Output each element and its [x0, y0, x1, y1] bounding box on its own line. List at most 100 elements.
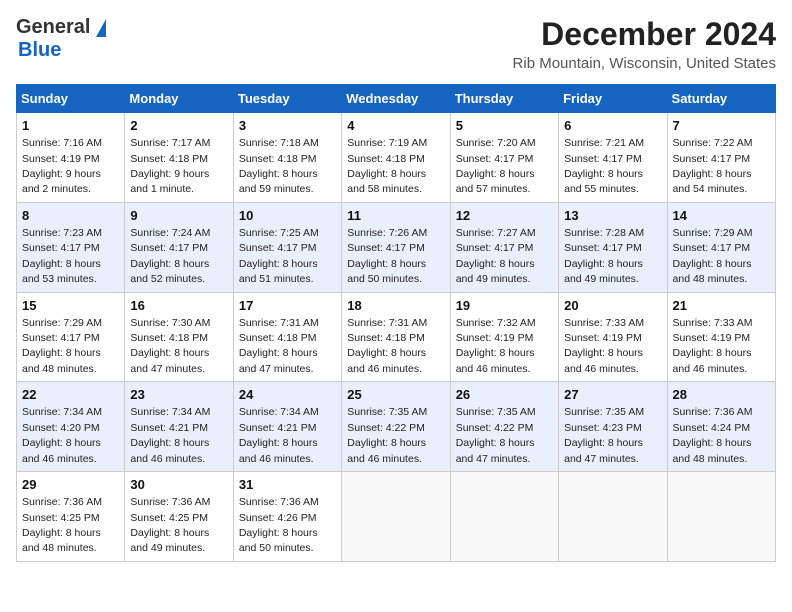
calendar-cell: 24 Sunrise: 7:34 AMSunset: 4:21 PMDaylig… [233, 382, 341, 472]
day-number: 29 [22, 476, 119, 494]
calendar-cell: 10 Sunrise: 7:25 AMSunset: 4:17 PMDaylig… [233, 202, 341, 292]
day-number: 24 [239, 386, 336, 404]
day-info: Sunrise: 7:22 AMSunset: 4:17 PMDaylight:… [673, 137, 753, 195]
calendar-cell: 15 Sunrise: 7:29 AMSunset: 4:17 PMDaylig… [17, 292, 125, 382]
calendar-cell: 21 Sunrise: 7:33 AMSunset: 4:19 PMDaylig… [667, 292, 775, 382]
logo: General Blue [16, 16, 106, 62]
calendar-cell [667, 472, 775, 562]
day-info: Sunrise: 7:28 AMSunset: 4:17 PMDaylight:… [564, 227, 644, 285]
day-info: Sunrise: 7:33 AMSunset: 4:19 PMDaylight:… [564, 317, 644, 375]
day-number: 20 [564, 297, 661, 315]
day-info: Sunrise: 7:35 AMSunset: 4:22 PMDaylight:… [456, 406, 536, 464]
month-title: December 2024 [513, 16, 776, 53]
calendar-cell: 18 Sunrise: 7:31 AMSunset: 4:18 PMDaylig… [342, 292, 450, 382]
day-number: 25 [347, 386, 444, 404]
day-info: Sunrise: 7:36 AMSunset: 4:25 PMDaylight:… [22, 496, 102, 554]
calendar-cell [450, 472, 558, 562]
day-number: 21 [673, 297, 770, 315]
col-tuesday: Tuesday [233, 85, 341, 113]
day-number: 10 [239, 207, 336, 225]
day-number: 1 [22, 117, 119, 135]
calendar-cell: 11 Sunrise: 7:26 AMSunset: 4:17 PMDaylig… [342, 202, 450, 292]
col-wednesday: Wednesday [342, 85, 450, 113]
day-number: 13 [564, 207, 661, 225]
day-info: Sunrise: 7:26 AMSunset: 4:17 PMDaylight:… [347, 227, 427, 285]
calendar-cell: 20 Sunrise: 7:33 AMSunset: 4:19 PMDaylig… [559, 292, 667, 382]
calendar-cell: 16 Sunrise: 7:30 AMSunset: 4:18 PMDaylig… [125, 292, 233, 382]
day-info: Sunrise: 7:21 AMSunset: 4:17 PMDaylight:… [564, 137, 644, 195]
logo-blue: Blue [18, 39, 61, 62]
day-info: Sunrise: 7:18 AMSunset: 4:18 PMDaylight:… [239, 137, 319, 195]
day-info: Sunrise: 7:25 AMSunset: 4:17 PMDaylight:… [239, 227, 319, 285]
day-info: Sunrise: 7:31 AMSunset: 4:18 PMDaylight:… [347, 317, 427, 375]
calendar-cell: 31 Sunrise: 7:36 AMSunset: 4:26 PMDaylig… [233, 472, 341, 562]
day-number: 16 [130, 297, 227, 315]
day-number: 7 [673, 117, 770, 135]
logo-general: General [16, 16, 90, 39]
day-info: Sunrise: 7:16 AMSunset: 4:19 PMDaylight:… [22, 137, 102, 195]
calendar-header-row: Sunday Monday Tuesday Wednesday Thursday… [17, 85, 776, 113]
day-number: 31 [239, 476, 336, 494]
day-info: Sunrise: 7:35 AMSunset: 4:22 PMDaylight:… [347, 406, 427, 464]
day-number: 3 [239, 117, 336, 135]
day-number: 23 [130, 386, 227, 404]
day-info: Sunrise: 7:34 AMSunset: 4:20 PMDaylight:… [22, 406, 102, 464]
day-number: 19 [456, 297, 553, 315]
title-area: December 2024 Rib Mountain, Wisconsin, U… [513, 16, 776, 72]
calendar-week-row: 22 Sunrise: 7:34 AMSunset: 4:20 PMDaylig… [17, 382, 776, 472]
day-info: Sunrise: 7:36 AMSunset: 4:25 PMDaylight:… [130, 496, 210, 554]
calendar-cell: 1 Sunrise: 7:16 AMSunset: 4:19 PMDayligh… [17, 113, 125, 203]
day-number: 11 [347, 207, 444, 225]
col-friday: Friday [559, 85, 667, 113]
day-number: 5 [456, 117, 553, 135]
location-title: Rib Mountain, Wisconsin, United States [513, 55, 776, 72]
col-thursday: Thursday [450, 85, 558, 113]
day-info: Sunrise: 7:20 AMSunset: 4:17 PMDaylight:… [456, 137, 536, 195]
day-info: Sunrise: 7:31 AMSunset: 4:18 PMDaylight:… [239, 317, 319, 375]
calendar-cell [342, 472, 450, 562]
col-saturday: Saturday [667, 85, 775, 113]
calendar-cell: 6 Sunrise: 7:21 AMSunset: 4:17 PMDayligh… [559, 113, 667, 203]
day-info: Sunrise: 7:17 AMSunset: 4:18 PMDaylight:… [130, 137, 210, 195]
calendar-week-row: 8 Sunrise: 7:23 AMSunset: 4:17 PMDayligh… [17, 202, 776, 292]
day-number: 9 [130, 207, 227, 225]
day-number: 8 [22, 207, 119, 225]
calendar-cell: 13 Sunrise: 7:28 AMSunset: 4:17 PMDaylig… [559, 202, 667, 292]
day-info: Sunrise: 7:19 AMSunset: 4:18 PMDaylight:… [347, 137, 427, 195]
calendar-cell: 28 Sunrise: 7:36 AMSunset: 4:24 PMDaylig… [667, 382, 775, 472]
day-info: Sunrise: 7:36 AMSunset: 4:24 PMDaylight:… [673, 406, 753, 464]
day-number: 30 [130, 476, 227, 494]
day-number: 17 [239, 297, 336, 315]
calendar-cell: 8 Sunrise: 7:23 AMSunset: 4:17 PMDayligh… [17, 202, 125, 292]
day-info: Sunrise: 7:36 AMSunset: 4:26 PMDaylight:… [239, 496, 319, 554]
calendar-cell: 4 Sunrise: 7:19 AMSunset: 4:18 PMDayligh… [342, 113, 450, 203]
day-info: Sunrise: 7:33 AMSunset: 4:19 PMDaylight:… [673, 317, 753, 375]
day-number: 28 [673, 386, 770, 404]
calendar-table: Sunday Monday Tuesday Wednesday Thursday… [16, 84, 776, 562]
day-number: 12 [456, 207, 553, 225]
calendar-cell: 12 Sunrise: 7:27 AMSunset: 4:17 PMDaylig… [450, 202, 558, 292]
calendar-cell: 29 Sunrise: 7:36 AMSunset: 4:25 PMDaylig… [17, 472, 125, 562]
logo-triangle-icon [96, 19, 106, 37]
day-number: 15 [22, 297, 119, 315]
calendar-cell: 9 Sunrise: 7:24 AMSunset: 4:17 PMDayligh… [125, 202, 233, 292]
calendar-cell: 17 Sunrise: 7:31 AMSunset: 4:18 PMDaylig… [233, 292, 341, 382]
calendar-cell: 14 Sunrise: 7:29 AMSunset: 4:17 PMDaylig… [667, 202, 775, 292]
day-info: Sunrise: 7:29 AMSunset: 4:17 PMDaylight:… [673, 227, 753, 285]
day-info: Sunrise: 7:27 AMSunset: 4:17 PMDaylight:… [456, 227, 536, 285]
calendar-cell [559, 472, 667, 562]
day-info: Sunrise: 7:32 AMSunset: 4:19 PMDaylight:… [456, 317, 536, 375]
day-info: Sunrise: 7:30 AMSunset: 4:18 PMDaylight:… [130, 317, 210, 375]
day-number: 27 [564, 386, 661, 404]
calendar-cell: 25 Sunrise: 7:35 AMSunset: 4:22 PMDaylig… [342, 382, 450, 472]
day-number: 18 [347, 297, 444, 315]
day-info: Sunrise: 7:29 AMSunset: 4:17 PMDaylight:… [22, 317, 102, 375]
calendar-cell: 22 Sunrise: 7:34 AMSunset: 4:20 PMDaylig… [17, 382, 125, 472]
header: General Blue December 2024 Rib Mountain,… [16, 16, 776, 72]
calendar-cell: 5 Sunrise: 7:20 AMSunset: 4:17 PMDayligh… [450, 113, 558, 203]
calendar-cell: 2 Sunrise: 7:17 AMSunset: 4:18 PMDayligh… [125, 113, 233, 203]
col-sunday: Sunday [17, 85, 125, 113]
day-number: 4 [347, 117, 444, 135]
day-info: Sunrise: 7:34 AMSunset: 4:21 PMDaylight:… [130, 406, 210, 464]
col-monday: Monday [125, 85, 233, 113]
